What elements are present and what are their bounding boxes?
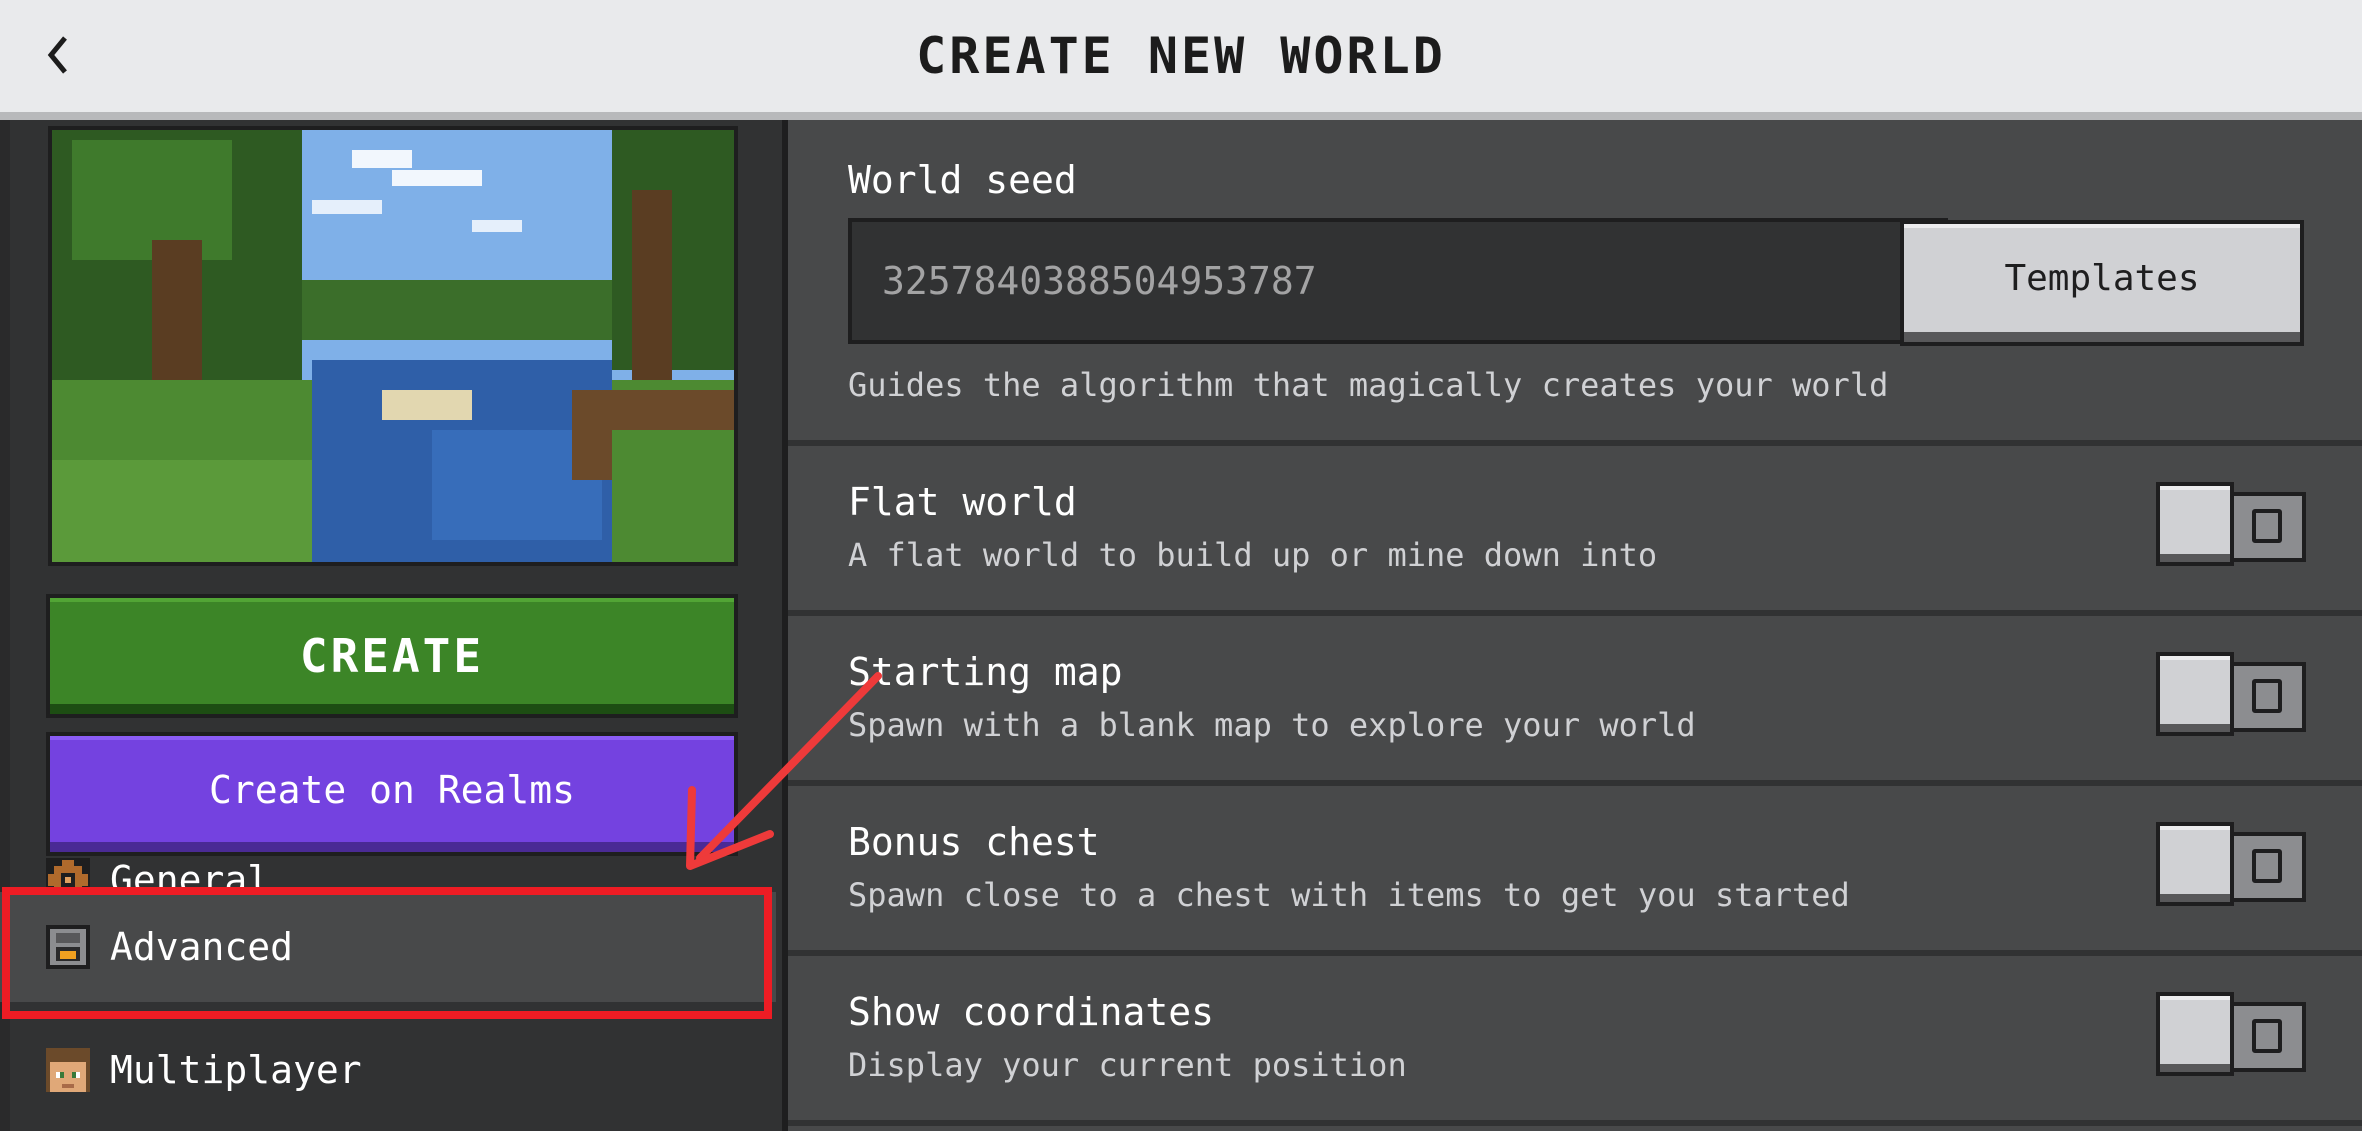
templates-button[interactable]: Templates bbox=[1900, 220, 2304, 346]
toggle-knob bbox=[2156, 652, 2234, 736]
toggle-knob bbox=[2156, 822, 2234, 906]
bonus-chest-toggle[interactable] bbox=[2156, 822, 2308, 906]
world-seed-label: World seed bbox=[848, 158, 1077, 202]
divider bbox=[788, 780, 2362, 786]
toggle-off-icon bbox=[2252, 509, 2282, 543]
divider bbox=[788, 440, 2362, 446]
divider bbox=[788, 1120, 2362, 1126]
furnace-icon bbox=[46, 925, 90, 969]
player-head-icon bbox=[46, 1048, 90, 1092]
option-title: Flat world bbox=[848, 480, 1077, 524]
create-button[interactable]: CREATE bbox=[46, 594, 738, 718]
divider bbox=[788, 950, 2362, 956]
show-coordinates-toggle[interactable] bbox=[2156, 992, 2308, 1076]
toggle-off-icon bbox=[2252, 849, 2282, 883]
option-title: Show coordinates bbox=[848, 990, 1215, 1034]
title-bar: Create New World bbox=[0, 0, 2362, 120]
sidebar-item-label: Advanced bbox=[110, 925, 294, 969]
option-description: A flat world to build up or mine down in… bbox=[848, 536, 1658, 574]
flat-world-toggle[interactable] bbox=[2156, 482, 2308, 566]
page-title: Create New World bbox=[916, 27, 1446, 85]
sidebar-item-advanced[interactable]: Advanced bbox=[0, 892, 776, 1002]
option-description: Spawn with a blank map to explore your w… bbox=[848, 706, 1696, 744]
toggle-knob bbox=[2156, 482, 2234, 566]
option-title: Starting map bbox=[848, 650, 1123, 694]
world-preview-image bbox=[48, 126, 738, 566]
option-description: Spawn close to a chest with items to get… bbox=[848, 876, 1850, 914]
option-title: Bonus chest bbox=[848, 820, 1100, 864]
starting-map-toggle[interactable] bbox=[2156, 652, 2308, 736]
sidebar-item-multiplayer[interactable]: Multiplayer bbox=[0, 1015, 776, 1125]
option-description: Display your current position bbox=[848, 1046, 1407, 1084]
sidebar-item-label: Multiplayer bbox=[110, 1048, 362, 1092]
divider bbox=[788, 610, 2362, 616]
toggle-knob bbox=[2156, 992, 2234, 1076]
settings-panel: World seed Templates Guides the algorith… bbox=[788, 120, 2362, 1131]
world-seed-description: Guides the algorithm that magically crea… bbox=[848, 366, 1889, 404]
sidebar: CREATE Create on Realms General Advanced… bbox=[0, 120, 788, 1131]
world-seed-input[interactable] bbox=[848, 218, 1948, 344]
toggle-off-icon bbox=[2252, 1019, 2282, 1053]
toggle-off-icon bbox=[2252, 679, 2282, 713]
